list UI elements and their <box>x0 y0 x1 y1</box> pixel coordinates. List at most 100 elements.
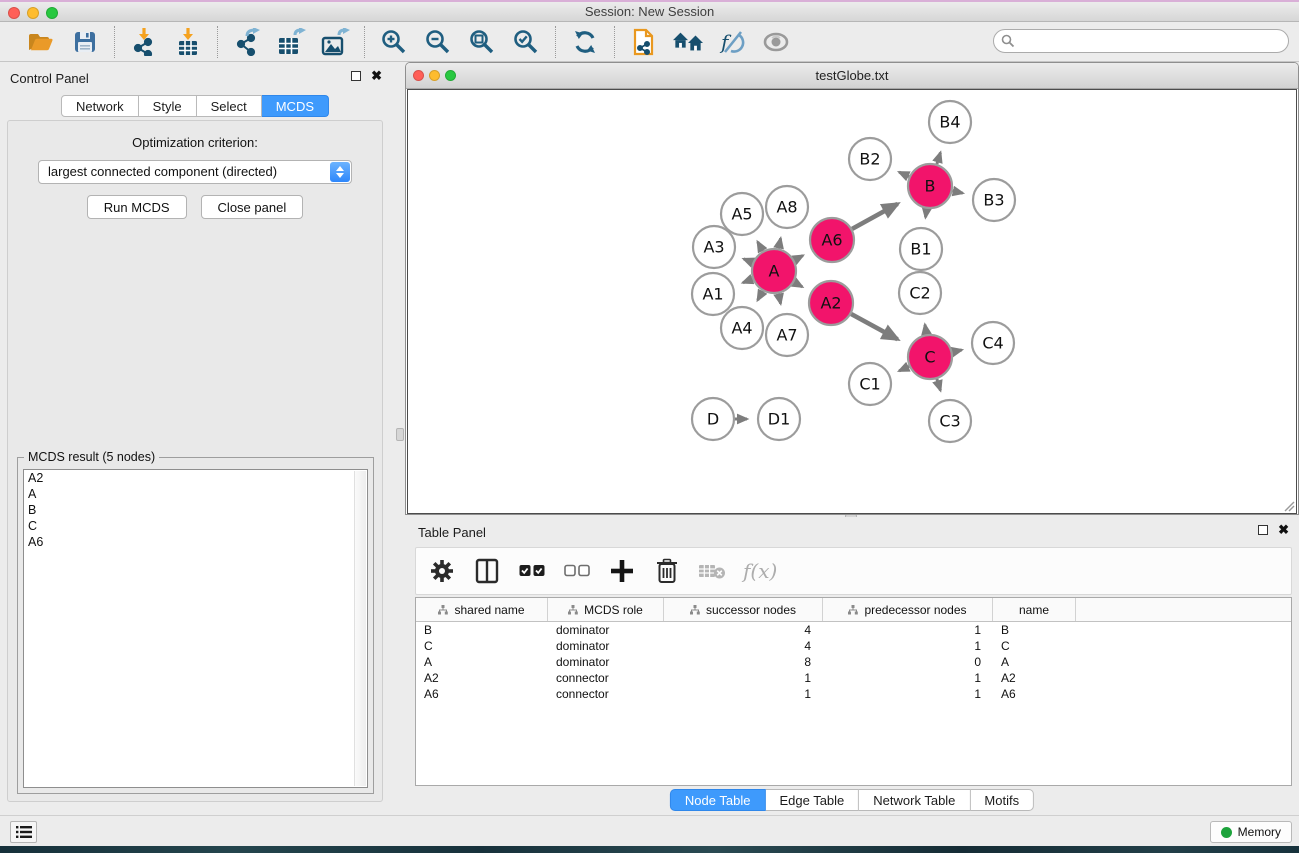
table-cell[interactable]: dominator <box>548 654 664 670</box>
deselect-all-columns-button[interactable] <box>563 557 591 585</box>
graph-edge-A-A8[interactable] <box>779 238 781 248</box>
export-network-button[interactable] <box>232 27 262 57</box>
result-list-item[interactable]: B <box>24 502 367 518</box>
table-cell[interactable]: 0 <box>823 654 993 670</box>
table-cell[interactable]: 8 <box>664 654 823 670</box>
table-settings-button[interactable] <box>428 557 456 585</box>
graph-edge-B-B3[interactable] <box>952 191 962 193</box>
graph-node-C[interactable]: C <box>908 335 952 379</box>
table-row[interactable]: A6connector11A6 <box>416 686 1291 702</box>
close-panel-icon[interactable]: ✖ <box>371 71 382 81</box>
graph-node-C4[interactable]: C4 <box>972 322 1014 364</box>
graph-edge-A-A6[interactable] <box>794 256 803 261</box>
vertical-splitter-handle[interactable] <box>396 428 404 441</box>
table-cell[interactable]: 1 <box>664 670 823 686</box>
export-table-button[interactable] <box>276 27 306 57</box>
resize-grip-icon[interactable] <box>1282 499 1295 512</box>
table-cell[interactable]: C <box>993 638 1076 654</box>
network-maximize-button[interactable] <box>445 70 456 81</box>
table-cell[interactable]: 1 <box>664 686 823 702</box>
graph-edge-A-A1[interactable] <box>743 279 753 283</box>
table-cell[interactable]: 1 <box>823 686 993 702</box>
table-row[interactable]: Adominator80A <box>416 654 1291 670</box>
table-cell[interactable]: A6 <box>416 686 548 702</box>
table-row[interactable]: Bdominator41B <box>416 622 1291 638</box>
float-panel-icon[interactable] <box>351 71 361 81</box>
home-button[interactable] <box>673 27 703 57</box>
table-cell[interactable]: 4 <box>664 622 823 638</box>
save-session-button[interactable] <box>70 27 100 57</box>
result-list-item[interactable]: A6 <box>24 534 367 550</box>
tab-network[interactable]: Network <box>61 95 139 117</box>
tab-network-table[interactable]: Network Table <box>859 789 970 811</box>
graph-node-B1[interactable]: B1 <box>900 228 942 270</box>
minimize-window-button[interactable] <box>27 7 39 19</box>
network-window-titlebar[interactable]: testGlobe.txt <box>406 63 1298 89</box>
column-header-shared-name[interactable]: shared name <box>416 598 548 621</box>
graph-edge-C-C1[interactable] <box>899 366 909 370</box>
refresh-view-button[interactable] <box>570 27 600 57</box>
network-minimize-button[interactable] <box>429 70 440 81</box>
graph-edge-A-A5[interactable] <box>758 242 763 251</box>
table-cell[interactable]: A <box>993 654 1076 670</box>
table-row[interactable]: Cdominator41C <box>416 638 1291 654</box>
graph-edge-A6-B[interactable] <box>852 204 897 229</box>
graph-edge-A-A7[interactable] <box>779 294 781 304</box>
graph-edge-C-C2[interactable] <box>925 325 927 335</box>
graph-node-A[interactable]: A <box>752 249 796 293</box>
zoom-in-button[interactable] <box>379 27 409 57</box>
graph-node-B2[interactable]: B2 <box>849 138 891 180</box>
import-table-button[interactable] <box>173 27 203 57</box>
hide-analyzer-button[interactable]: f <box>717 27 747 57</box>
tab-style[interactable]: Style <box>139 95 197 117</box>
result-list-item[interactable]: C <box>24 518 367 534</box>
node-table[interactable]: shared nameMCDS rolesuccessor nodesprede… <box>415 597 1292 786</box>
graph-node-D1[interactable]: D1 <box>758 398 800 440</box>
column-header-predecessor-nodes[interactable]: predecessor nodes <box>823 598 993 621</box>
column-header-MCDS-role[interactable]: MCDS role <box>548 598 664 621</box>
graph-edge-A-A3[interactable] <box>744 259 753 263</box>
export-image-button[interactable] <box>320 27 350 57</box>
search-input[interactable] <box>993 29 1289 53</box>
network-graph[interactable]: B4B2BB3A8A5A6A3B1AC2A1A2A4A7C4CC1C3DD1 <box>408 90 1296 513</box>
column-visibility-button[interactable] <box>473 557 501 585</box>
table-cell[interactable]: 1 <box>823 670 993 686</box>
open-session-button[interactable] <box>629 27 659 57</box>
graph-node-A1[interactable]: A1 <box>692 273 734 315</box>
table-cell[interactable]: B <box>993 622 1076 638</box>
run-mcds-button[interactable]: Run MCDS <box>87 195 187 219</box>
task-history-button[interactable] <box>10 821 37 843</box>
graph-edge-A-A4[interactable] <box>758 291 763 300</box>
graph-node-B4[interactable]: B4 <box>929 101 971 143</box>
graph-edge-B-B1[interactable] <box>926 209 927 218</box>
table-row[interactable]: A2connector11A2 <box>416 670 1291 686</box>
graph-node-A6[interactable]: A6 <box>810 218 854 262</box>
table-cell[interactable]: B <box>416 622 548 638</box>
graph-node-A7[interactable]: A7 <box>766 314 808 356</box>
add-column-button[interactable] <box>608 557 636 585</box>
table-cell[interactable]: 4 <box>664 638 823 654</box>
table-cell[interactable]: connector <box>548 670 664 686</box>
import-network-button[interactable] <box>129 27 159 57</box>
zoom-out-button[interactable] <box>423 27 453 57</box>
graph-node-A4[interactable]: A4 <box>721 307 763 349</box>
result-list-item[interactable]: A2 <box>24 470 367 486</box>
tab-select[interactable]: Select <box>197 95 262 117</box>
table-cell[interactable]: dominator <box>548 622 664 638</box>
network-close-button[interactable] <box>413 70 424 81</box>
table-cell[interactable]: 1 <box>823 622 993 638</box>
graph-node-D[interactable]: D <box>692 398 734 440</box>
memory-button[interactable]: Memory <box>1210 821 1292 843</box>
graph-edge-C-C3[interactable] <box>937 379 941 391</box>
tab-motifs[interactable]: Motifs <box>970 789 1034 811</box>
table-cell[interactable]: connector <box>548 686 664 702</box>
network-canvas[interactable]: B4B2BB3A8A5A6A3B1AC2A1A2A4A7C4CC1C3DD1 <box>407 89 1297 514</box>
graph-edge-C-C4[interactable] <box>952 350 961 352</box>
table-cell[interactable]: A6 <box>993 686 1076 702</box>
zoom-selected-button[interactable] <box>511 27 541 57</box>
zoom-fit-button[interactable] <box>467 27 497 57</box>
table-cell[interactable]: 1 <box>823 638 993 654</box>
graph-edge-B-B2[interactable] <box>899 172 909 176</box>
graph-node-C3[interactable]: C3 <box>929 400 971 442</box>
graph-edge-A-A2[interactable] <box>794 282 802 287</box>
